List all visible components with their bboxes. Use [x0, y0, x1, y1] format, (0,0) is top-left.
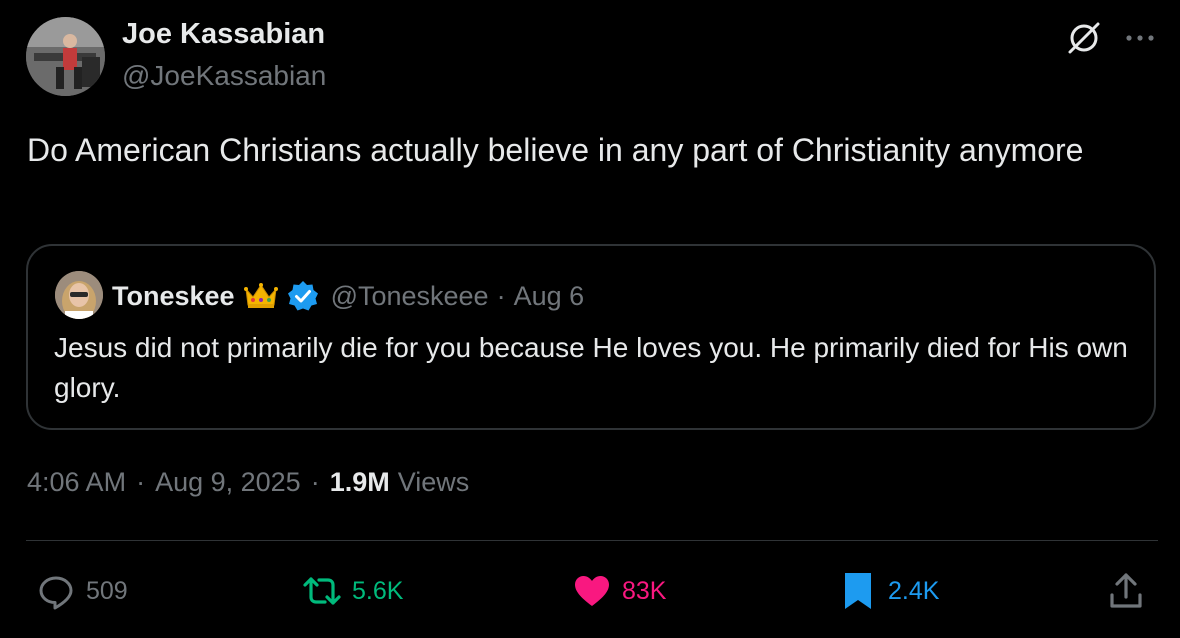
share-button[interactable] — [1106, 569, 1146, 613]
tweet-time[interactable]: 4:06 AM — [27, 467, 126, 498]
meta-separator: · — [136, 467, 146, 497]
reply-count: 509 — [86, 576, 128, 605]
author-handle[interactable]: @JoeKassabian — [122, 60, 326, 92]
retweet-button[interactable]: 5.6K — [302, 569, 403, 613]
more-icon[interactable] — [1122, 24, 1158, 52]
share-icon — [1110, 573, 1142, 608]
author-avatar[interactable] — [26, 17, 105, 96]
quote-separator: · — [496, 280, 506, 311]
quote-author-name[interactable]: Toneskee — [112, 281, 235, 312]
author-name[interactable]: Joe Kassabian — [122, 18, 325, 51]
divider — [26, 540, 1158, 541]
tweet-text: Do American Christians actually believe … — [27, 132, 1084, 168]
reply-icon — [39, 576, 73, 610]
quoted-tweet[interactable]: Toneskee @Toneskeee · Aug 6 Jesus did no… — [26, 244, 1156, 430]
avatar-photo-icon — [26, 17, 105, 96]
quote-header: Toneskee @Toneskeee · Aug 6 — [112, 276, 584, 316]
quote-date[interactable]: Aug 6 — [514, 281, 585, 312]
meta-separator: · — [310, 467, 320, 497]
views-count[interactable]: 1.9M — [330, 467, 390, 498]
retweet-icon — [303, 577, 341, 605]
tweet: Joe Kassabian @JoeKassabian Do American … — [0, 0, 1180, 638]
quote-text: Jesus did not primarily die for you beca… — [54, 332, 1128, 403]
views-label: Views — [397, 467, 470, 497]
like-count: 83K — [622, 576, 667, 605]
tweet-meta: 4:06 AM · Aug 9, 2025 · 1.9M Views — [27, 467, 469, 498]
quote-avatar-photo-icon — [55, 271, 103, 319]
heart-icon — [575, 576, 609, 606]
crown-emoji-icon — [243, 283, 278, 308]
like-button[interactable]: 83K — [572, 569, 666, 613]
tweet-date[interactable]: Aug 9, 2025 — [155, 467, 301, 498]
quote-author-handle[interactable]: @Toneskeee — [331, 281, 489, 312]
bookmark-count: 2.4K — [888, 576, 940, 605]
bookmark-icon — [845, 573, 871, 609]
retweet-count: 5.6K — [352, 576, 404, 605]
bookmark-button[interactable]: 2.4K — [838, 569, 939, 613]
reply-button[interactable]: 509 — [36, 569, 128, 613]
quote-author-avatar[interactable] — [55, 271, 103, 319]
grok-icon[interactable] — [1066, 20, 1102, 56]
verified-badge-icon — [287, 281, 318, 311]
